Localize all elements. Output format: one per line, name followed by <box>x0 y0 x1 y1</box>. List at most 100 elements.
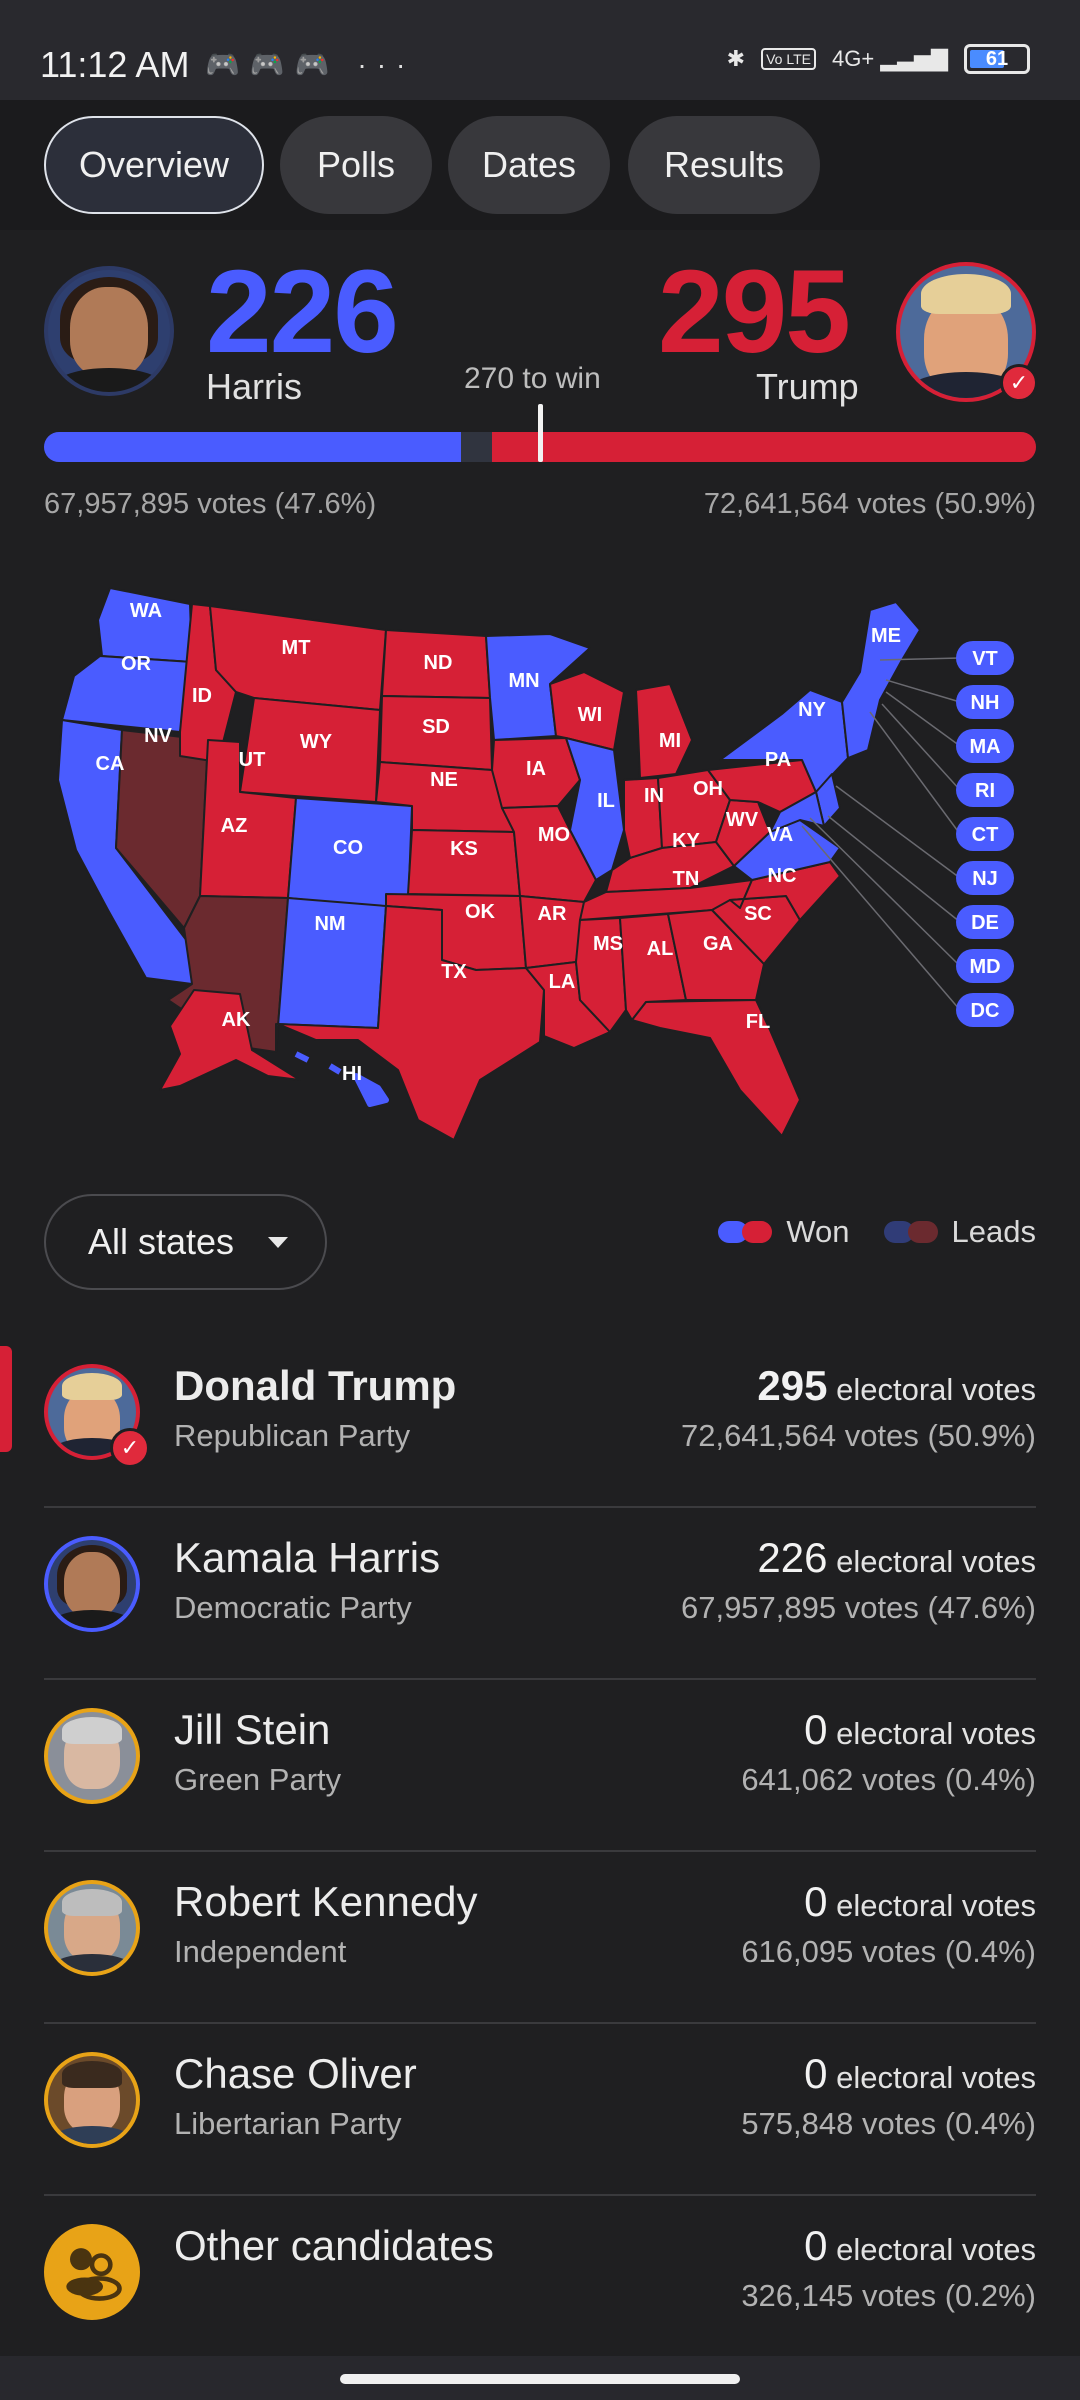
game-controller-icon: 🎮 <box>205 49 250 80</box>
state-label-mo: MO <box>538 824 570 846</box>
state-label-wv: WV <box>726 809 759 831</box>
battery-icon: 61 <box>964 44 1030 74</box>
oliver-row-avatar <box>44 2052 140 2148</box>
others-row-avatar <box>44 2224 140 2320</box>
state-label-mn: MN <box>508 670 539 692</box>
tab-results[interactable]: Results <box>628 116 820 214</box>
electoral-votes: 0 electoral votes <box>804 2050 1036 2098</box>
state-badge-nh[interactable]: NH <box>956 685 1014 719</box>
popular-votes: 326,145 votes (0.2%) <box>741 2278 1036 2313</box>
more-notifications-icon: ··· <box>357 49 416 80</box>
win-threshold-marker <box>538 404 543 462</box>
tab-bar: Overview Polls Dates Results <box>0 100 1080 230</box>
electoral-map[interactable]: WA OR CA NV ID MT WY UT AZ CO NM ND SD NE KS OK TX MN IA MO… <box>40 580 1040 1140</box>
candidate-name: Robert Kennedy <box>174 1878 478 1925</box>
electoral-votes: 0 electoral votes <box>804 1878 1036 1926</box>
state-label-sc: SC <box>744 903 772 925</box>
state-label-id: ID <box>192 685 212 707</box>
state-badge-ri[interactable]: RI <box>956 773 1014 807</box>
state-label-nv: NV <box>144 725 172 747</box>
state-badge-md[interactable]: MD <box>956 949 1014 983</box>
state-label-tn: TN <box>673 868 700 890</box>
tab-polls[interactable]: Polls <box>280 116 432 214</box>
electoral-count: 295 <box>757 1362 828 1409</box>
home-gesture-handle[interactable] <box>340 2374 740 2384</box>
state-label-va: VA <box>767 824 793 846</box>
state-label-il: IL <box>597 790 615 812</box>
small-state-badges: VT NH MA RI CT NJ DE MD DC <box>956 641 1014 1027</box>
candidate-row-kennedy[interactable]: Robert Kennedy Independent 0 electoral v… <box>0 1852 1080 2024</box>
state-filter-dropdown[interactable]: All states <box>44 1194 327 1290</box>
harris-avatar[interactable] <box>44 266 174 396</box>
electoral-votes: 226 electoral votes <box>757 1534 1036 1582</box>
svg-text:NJ: NJ <box>972 868 998 890</box>
kennedy-row-avatar <box>44 1880 140 1976</box>
state-badge-ma[interactable]: MA <box>956 729 1014 763</box>
state-label-nc: NC <box>768 865 797 887</box>
electoral-count: 0 <box>804 1878 828 1925</box>
trump-progress <box>492 432 1036 462</box>
electoral-label: electoral votes <box>836 1888 1036 1923</box>
candidate-row-others[interactable]: Other candidates 0 electoral votes 326,1… <box>0 2196 1080 2368</box>
notification-icons: 🎮🎮🎮 ··· <box>205 48 415 81</box>
tab-dates[interactable]: Dates <box>448 116 610 214</box>
candidate-name: Other candidates <box>174 2222 494 2269</box>
state-label-ms: MS <box>593 933 623 955</box>
state-label-tx: TX <box>441 961 467 983</box>
harris-progress <box>44 432 461 462</box>
state-label-ok: OK <box>465 901 496 923</box>
state-label-me: ME <box>871 625 901 647</box>
hair <box>921 273 1011 314</box>
battery-level: 61 <box>985 48 1009 70</box>
status-time: 11:12 AM <box>40 44 190 85</box>
candidate-party: Independent <box>174 1934 347 1969</box>
candidate-party: Libertarian Party <box>174 2106 402 2141</box>
electoral-label: electoral votes <box>836 2060 1036 2095</box>
popular-votes: 641,062 votes (0.4%) <box>741 1762 1036 1797</box>
stein-row-avatar <box>44 1708 140 1804</box>
clothing <box>52 1954 132 1972</box>
electoral-label: electoral votes <box>836 1372 1036 1407</box>
state-label-ky: KY <box>672 830 700 852</box>
filter-label: All states <box>88 1221 235 1262</box>
svg-text:RI: RI <box>975 780 995 802</box>
popular-votes: 616,095 votes (0.4%) <box>741 1934 1036 1969</box>
state-label-hi: HI <box>342 1063 362 1085</box>
state-badge-nj[interactable]: NJ <box>956 861 1014 895</box>
candidate-row-stein[interactable]: Jill Stein Green Party 0 electoral votes… <box>0 1680 1080 1852</box>
harris-popular-votes: 67,957,895 votes (47.6%) <box>44 488 377 520</box>
trump-electoral-count: 295 <box>658 246 851 378</box>
candidate-row-harris[interactable]: Kamala Harris Democratic Party 226 elect… <box>0 1508 1080 1680</box>
state-badge-vt[interactable]: VT <box>956 641 1014 675</box>
state-label-nd: ND <box>424 652 453 674</box>
map-legend: Won Leads <box>718 1214 1036 1250</box>
candidate-name: Kamala Harris <box>174 1534 441 1581</box>
candidate-row-oliver[interactable]: Chase Oliver Libertarian Party 0 elector… <box>0 2024 1080 2196</box>
electoral-count: 0 <box>804 1706 828 1753</box>
state-badge-ct[interactable]: CT <box>956 817 1014 851</box>
network-type: 4G+ <box>832 46 875 71</box>
state-badge-de[interactable]: DE <box>956 905 1014 939</box>
game-controller-icon: 🎮 <box>294 49 340 80</box>
hair <box>62 1889 122 1916</box>
state-label-oh: OH <box>693 778 723 800</box>
tab-overview[interactable]: Overview <box>44 116 264 214</box>
state-badge-dc[interactable]: DC <box>956 993 1014 1027</box>
face <box>63 1552 121 1618</box>
state-fl <box>631 999 801 1137</box>
clothing <box>54 367 164 392</box>
winner-indicator <box>0 1346 12 1452</box>
candidate-row-trump[interactable]: ✓ Donald Trump Republican Party 295 elec… <box>0 1336 1080 1508</box>
electoral-votes: 0 electoral votes <box>804 2222 1036 2270</box>
state-label-mi: MI <box>659 730 681 752</box>
candidate-party: Democratic Party <box>174 1590 412 1625</box>
harris-row-avatar <box>44 1536 140 1632</box>
state-label-ut: UT <box>239 749 266 771</box>
trump-label: Trump <box>756 366 859 407</box>
svg-text:VT: VT <box>972 648 998 670</box>
state-label-sd: SD <box>422 716 450 738</box>
winner-check-icon: ✓ <box>1000 364 1038 402</box>
state-label-al: AL <box>647 938 674 960</box>
state-label-nm: NM <box>314 913 345 935</box>
svg-text:MD: MD <box>969 956 1000 978</box>
